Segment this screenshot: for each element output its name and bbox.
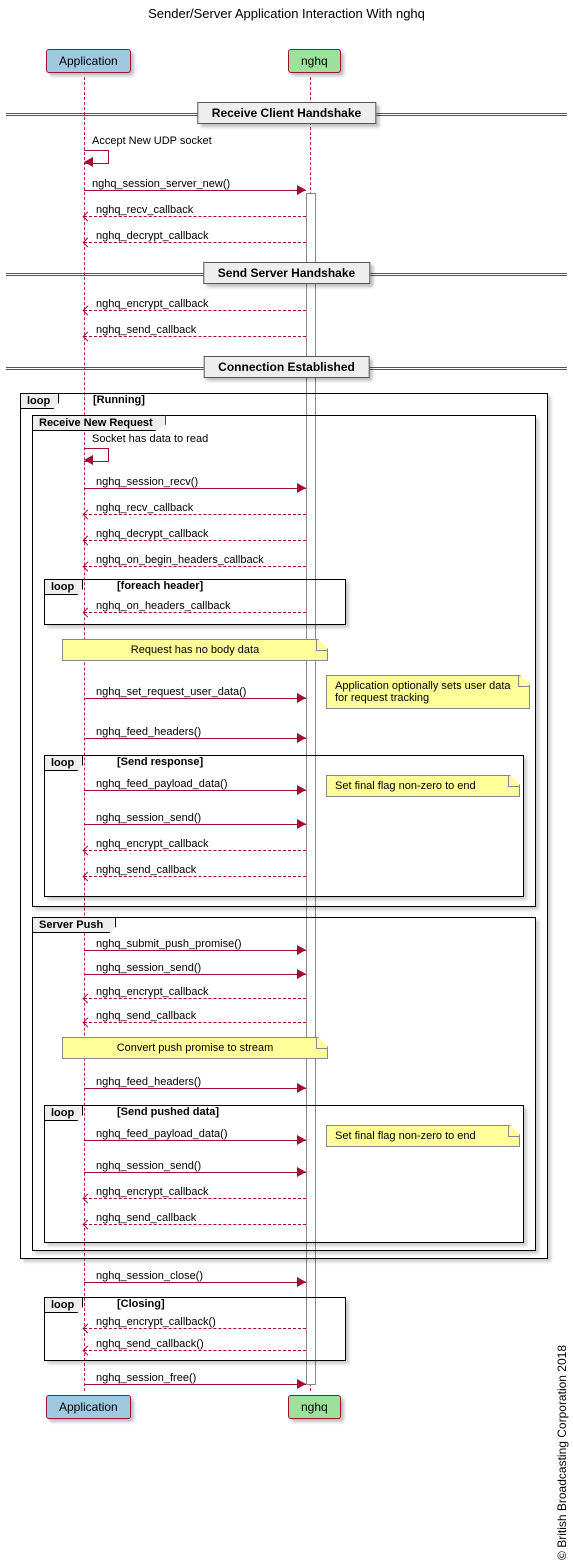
msg-label: nghq_session_send() [96,962,201,974]
msg-label: nghq_on_headers_callback [96,600,231,612]
msg-encrypt-callback-hs: nghq_encrypt_callback [84,297,306,311]
actor-nghq-bottom: nghq [288,1395,341,1419]
msg-label: nghq_encrypt_callback [96,986,209,998]
msg-label: nghq_encrypt_callback [96,838,209,850]
msg-label: nghq_feed_headers() [96,726,201,738]
frame-tag: loop [44,1105,83,1121]
msg-send-cb-resp: nghq_send_callback [84,863,306,877]
msg-label: nghq_session_send() [96,812,201,824]
frame-tag: loop [44,755,83,771]
msg-feed-payload-2: nghq_feed_payload_data() [84,1127,306,1141]
msg-recv-callback-1: nghq_recv_callback [84,203,306,217]
actor-nghq-top: nghq [288,49,341,73]
msg-label: nghq_session_send() [96,1160,201,1172]
msg-feed-payload-1: nghq_feed_payload_data() [84,777,306,791]
frame-cond: [Send response] [117,756,203,768]
msg-label: nghq_session_close() [96,1270,203,1282]
msg-feed-headers-2: nghq_feed_headers() [84,1075,306,1089]
note-final-flag-2: Set final flag non-zero to end [326,1125,520,1147]
msg-encrypt-cb-resp: nghq_encrypt_callback [84,837,306,851]
msg-encrypt-cb-closing: nghq_encrypt_callback() [84,1315,306,1329]
msg-label: nghq_decrypt_callback [96,528,209,540]
frame-tag: loop [44,579,83,595]
msg-session-free: nghq_session_free() [84,1371,306,1385]
msg-label: nghq_feed_payload_data() [96,1128,228,1140]
actor-application-top: Application [46,49,131,73]
sequence-diagram: Application nghq Receive Client Handshak… [0,25,573,1425]
frame-cond: [foreach header] [117,580,203,592]
copyright: © British Broadcasting Corporation 2018 [555,1345,569,1560]
msg-session-send-1: nghq_session_send() [84,811,306,825]
diagram-title: Sender/Server Application Interaction Wi… [0,0,573,25]
msg-send-cb-pushed: nghq_send_callback [84,1211,306,1225]
msg-label: nghq_session_recv() [96,476,198,488]
msg-session-send-2: nghq_session_send() [84,961,306,975]
msg-label: nghq_decrypt_callback [96,230,209,242]
msg-send-cb-push: nghq_send_callback [84,1009,306,1023]
actor-application-bottom: Application [46,1395,131,1419]
msg-feed-headers-1: nghq_feed_headers() [84,725,306,739]
msg-encrypt-cb-push: nghq_encrypt_callback [84,985,306,999]
msg-label: nghq_send_callback() [96,1338,204,1350]
msg-on-headers: nghq_on_headers_callback [84,599,306,613]
msg-session-close: nghq_session_close() [84,1269,306,1283]
msg-session-send-3: nghq_session_send() [84,1159,306,1173]
msg-encrypt-cb-pushed: nghq_encrypt_callback [84,1185,306,1199]
msg-send-cb-closing: nghq_send_callback() [84,1337,306,1351]
msg-label: Socket has data to read [92,433,208,445]
msg-label: nghq_encrypt_callback() [96,1316,216,1328]
msg-label: nghq_feed_payload_data() [96,778,228,790]
frame-cond: [Closing] [117,1298,165,1310]
frame-cond: [Running] [93,394,145,406]
divider-conn-established: Connection Established [203,356,370,378]
note-no-body: Request has no body data [62,639,328,661]
frame-tag: loop [20,393,59,409]
msg-label: nghq_encrypt_callback [96,298,209,310]
msg-label: nghq_session_free() [96,1372,196,1384]
msg-decrypt-callback-1: nghq_decrypt_callback [84,229,306,243]
note-final-flag-1: Set final flag non-zero to end [326,775,520,797]
msg-submit-push-promise: nghq_submit_push_promise() [84,937,306,951]
msg-label: nghq_session_server_new() [92,178,230,190]
msg-label: nghq_send_callback [96,1212,196,1224]
frame-title: Server Push [32,917,116,933]
msg-label: nghq_encrypt_callback [96,1186,209,1198]
msg-send-callback-hs: nghq_send_callback [84,323,306,337]
msg-label: nghq_send_callback [96,324,196,336]
msg-label: Accept New UDP socket [92,135,212,147]
msg-label: nghq_set_request_user_data() [96,686,246,698]
msg-session-server-new: nghq_session_server_new() [84,177,306,191]
msg-recv-callback-2: nghq_recv_callback [84,501,306,515]
msg-label: nghq_feed_headers() [96,1076,201,1088]
frame-title: Receive New Request [32,415,166,431]
frame-cond: [Send pushed data] [117,1106,219,1118]
divider-recv-handshake: Receive Client Handshake [197,102,376,124]
frame-tag: loop [44,1297,83,1313]
msg-on-begin-headers: nghq_on_begin_headers_callback [84,553,306,567]
note-user-data: Application optionally sets user data fo… [326,675,530,709]
msg-label: nghq_recv_callback [96,502,193,514]
msg-label: nghq_submit_push_promise() [96,938,242,950]
msg-label: nghq_recv_callback [96,204,193,216]
msg-set-request-user-data: nghq_set_request_user_data() [84,685,306,699]
msg-label: nghq_send_callback [96,1010,196,1022]
msg-label: nghq_send_callback [96,864,196,876]
note-convert-push: Convert push promise to stream [62,1037,328,1059]
divider-send-handshake: Send Server Handshake [203,262,370,284]
msg-session-recv: nghq_session_recv() [84,475,306,489]
msg-label: nghq_on_begin_headers_callback [96,554,264,566]
msg-decrypt-callback-2: nghq_decrypt_callback [84,527,306,541]
